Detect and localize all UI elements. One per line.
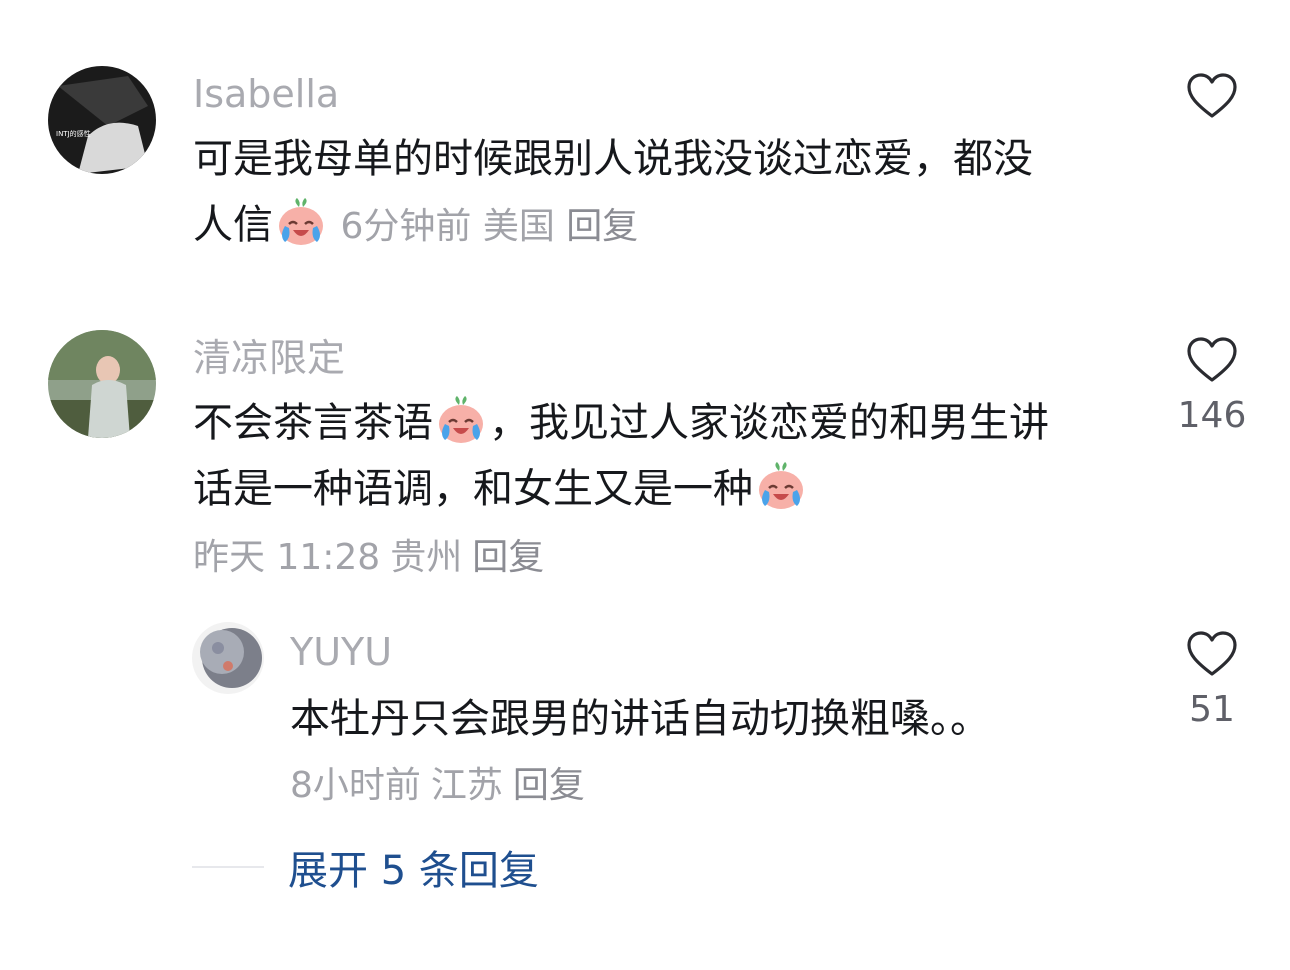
comment-text: 不会茶言茶语 ，我见过人家谈恋爱的和男生讲 话是一种语调，和女生又是一种 (193, 390, 1113, 522)
like-button[interactable] (1162, 72, 1262, 132)
like-button[interactable]: 146 (1162, 336, 1262, 436)
reply-text: 本牡丹只会跟男的讲话自动切换粗嗓。。 (290, 696, 990, 742)
reply-location: 江苏 (430, 765, 503, 806)
comment-text: 可是我母单的时候跟别人说我没谈过恋爱，都没 人信 6分钟前 美国 回复 (193, 126, 1113, 260)
comment-line-text: 不会茶言茶语 (193, 400, 433, 446)
like-count: 146 (1177, 395, 1247, 436)
comment-thread: INTJ的感性 Isabella 可是我母单的时候跟别人说我没谈过恋爱，都没 人… (0, 0, 1290, 970)
comment-line-text: 人信 (193, 202, 273, 248)
reply-time: 8小时前 (290, 765, 421, 806)
reply-button[interactable]: 回复 (566, 206, 638, 247)
comment-line: 可是我母单的时候跟别人说我没谈过恋爱，都没 (193, 136, 1033, 182)
heart-outline-icon (1187, 337, 1237, 382)
comment-meta: 昨天 11:28 贵州 回复 (193, 536, 544, 580)
reply-meta: 8小时前 江苏 回复 (290, 764, 585, 808)
comment-line-text: ，我见过人家谈恋爱的和男生讲 (489, 400, 1049, 446)
comment-username[interactable]: Isabella (193, 72, 339, 116)
comment-line: 不会茶言茶语 ，我见过人家谈恋爱的和男生讲 (193, 390, 1113, 456)
comment-line: 话是一种语调，和女生又是一种 (193, 456, 1113, 522)
heart-outline-icon (1187, 631, 1237, 676)
heart-outline-icon (1187, 73, 1237, 118)
expand-replies-button[interactable]: 展开 5 条回复 (192, 842, 539, 894)
comment-username[interactable]: 清凉限定 (193, 336, 345, 380)
reply-button[interactable]: 回复 (472, 537, 544, 578)
avatar[interactable] (48, 330, 156, 438)
comment-line: 人信 6分钟前 美国 回复 (193, 192, 1113, 260)
avatar-text: INTJ的感性 (56, 129, 91, 138)
crying-laughing-emoji (755, 460, 807, 512)
expand-replies-label: 展开 5 条回复 (288, 848, 539, 894)
avatar[interactable]: INTJ的感性 (48, 66, 156, 174)
comment-meta: 6分钟前 美国 回复 (329, 206, 638, 247)
comment-location: 美国 (482, 206, 555, 247)
crying-laughing-emoji (435, 394, 487, 446)
avatar[interactable] (192, 622, 264, 694)
reply-username[interactable]: YUYU (290, 630, 392, 674)
like-button[interactable]: 51 (1162, 630, 1262, 730)
crying-laughing-emoji (275, 196, 327, 248)
comment-time: 6分钟前 (340, 206, 472, 247)
reply-button[interactable]: 回复 (513, 765, 585, 806)
comment-location: 贵州 (390, 537, 463, 578)
comment-line-text: 话是一种语调，和女生又是一种 (193, 466, 753, 512)
divider (192, 866, 264, 868)
like-count: 51 (1189, 689, 1235, 730)
comment-time: 昨天 11:28 (193, 537, 381, 578)
